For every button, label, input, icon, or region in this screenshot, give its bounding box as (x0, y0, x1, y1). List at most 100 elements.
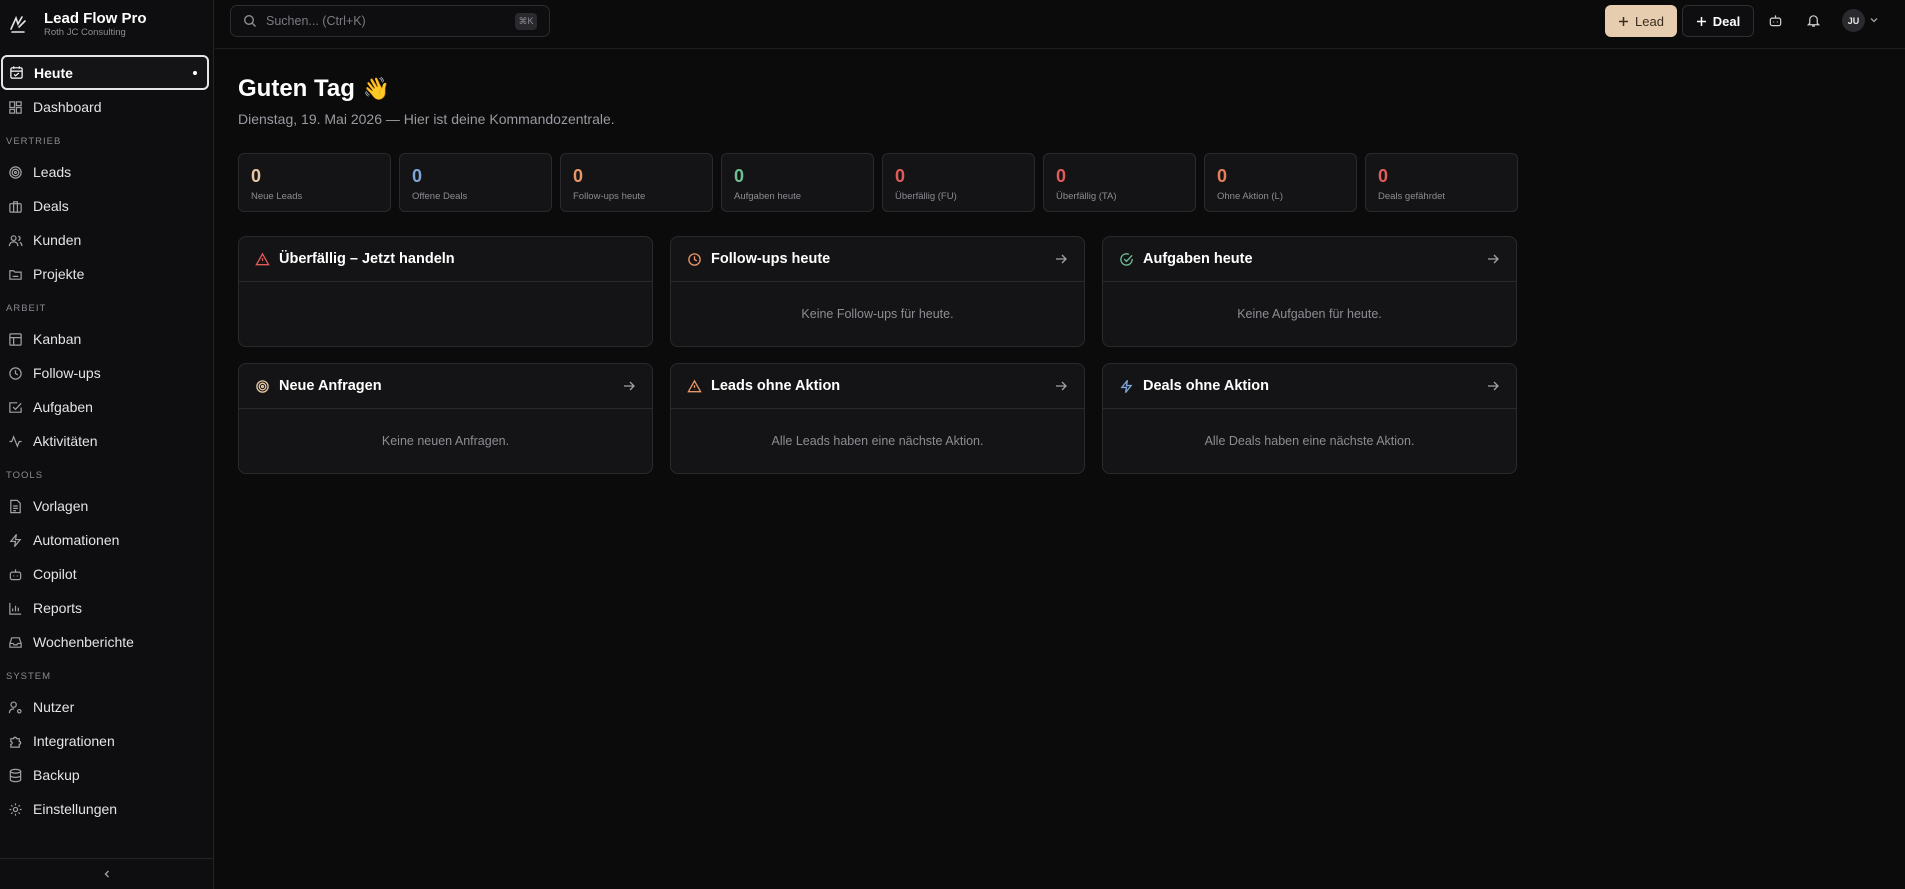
sidebar-item-label: Integrationen (33, 733, 115, 749)
arrow-right-icon[interactable] (622, 379, 636, 393)
card-header: Aufgaben heute (1103, 237, 1516, 282)
sidebar-item-label: Projekte (33, 266, 85, 282)
sidebar-item-label: Automationen (33, 532, 120, 548)
arrow-right-icon[interactable] (1486, 379, 1500, 393)
sidebar-item-label: Nutzer (33, 699, 75, 715)
add-lead-button[interactable]: Lead (1605, 5, 1677, 37)
card-follow-ups-heute: Follow-ups heute Keine Follow-ups für he… (670, 236, 1085, 347)
zap-icon (9, 533, 22, 547)
wave-emoji: 👋 (362, 76, 391, 101)
copilot-button[interactable] (1766, 11, 1784, 29)
avatar[interactable]: JU (1842, 9, 1865, 32)
sidebar-item-aufgaben[interactable]: Aufgaben (0, 390, 214, 424)
sidebar-item-label: Aufgaben (33, 399, 93, 415)
stat-value: 0 (1056, 166, 1067, 186)
sidebar-item-label: Wochenberichte (33, 634, 134, 650)
sidebar-item-deals[interactable]: Deals (0, 189, 214, 223)
alert-triangle-icon (255, 252, 270, 265)
sidebar-item-copilot[interactable]: Copilot (0, 557, 214, 591)
plus-icon (1696, 16, 1706, 26)
stat-label: Neue Leads (251, 191, 303, 202)
inbox-icon (9, 636, 22, 648)
stat-card[interactable]: 0 Deals gefährdet (1365, 153, 1518, 212)
sidebar-item-automationen[interactable]: Automationen (0, 523, 214, 557)
card-title: Neue Anfragen (279, 378, 382, 394)
sidebar-item-backup[interactable]: Backup (0, 758, 214, 792)
add-deal-button[interactable]: Deal (1682, 5, 1754, 37)
sidebar-item-heute[interactable]: Heute (1, 55, 209, 90)
stat-card[interactable]: 0 Neue Leads (238, 153, 391, 212)
sidebar-item-wochenberichte[interactable]: Wochenberichte (0, 625, 214, 659)
sidebar-item-reports[interactable]: Reports (0, 591, 214, 625)
notifications-button[interactable] (1804, 11, 1822, 29)
card-title: Deals ohne Aktion (1143, 378, 1269, 394)
bell-icon (1806, 14, 1820, 27)
sidebar-item-label: Leads (33, 164, 72, 180)
target-icon (256, 379, 269, 393)
sidebar-item-label: Aktivitäten (33, 433, 98, 449)
card-deals-ohne-aktion: Deals ohne Aktion Alle Deals haben eine … (1102, 363, 1517, 474)
sidebar-item-follow-ups[interactable]: Follow-ups (0, 356, 214, 390)
briefcase-icon (9, 200, 22, 213)
card-title: Aufgaben heute (1143, 251, 1253, 267)
section-title: TOOLS (6, 470, 44, 481)
section-title: ARBEIT (6, 303, 47, 314)
zap-icon (1120, 379, 1133, 393)
stat-card[interactable]: 0 Ohne Aktion (L) (1204, 153, 1357, 212)
card-leads-ohne-aktion: Leads ohne Aktion Alle Leads haben eine … (670, 363, 1085, 474)
stat-card[interactable]: 0 Überfällig (FU) (882, 153, 1035, 212)
clock-icon (688, 252, 701, 266)
stat-label: Deals gefährdet (1378, 191, 1446, 202)
stat-card[interactable]: 0 Offene Deals (399, 153, 552, 212)
sidebar-item-projekte[interactable]: Projekte (0, 257, 214, 291)
folder-icon (9, 269, 22, 280)
brand[interactable]: Lead Flow Pro Roth JC Consulting (0, 0, 214, 48)
card-header: Follow-ups heute (671, 237, 1084, 282)
sidebar-item-dashboard[interactable]: Dashboard (0, 90, 214, 124)
check-circle-icon (1120, 252, 1133, 266)
sidebar-item-integrationen[interactable]: Integrationen (0, 724, 214, 758)
sidebar-item-label: Heute (34, 64, 73, 81)
stat-card[interactable]: 0 Aufgaben heute (721, 153, 874, 212)
sidebar-item-label: Reports (33, 600, 83, 616)
stat-label: Überfällig (TA) (1056, 191, 1117, 202)
app-title: Lead Flow Pro (44, 9, 147, 27)
sidebar-item-vorlagen[interactable]: Vorlagen (0, 489, 214, 523)
page-title: Guten Tag 👋 (238, 75, 390, 103)
activity-icon (9, 434, 22, 448)
collapse-sidebar-button[interactable] (0, 858, 214, 889)
sidebar-item-nutzer[interactable]: Nutzer (0, 690, 214, 724)
card-title: Follow-ups heute (711, 251, 831, 267)
sidebar-item-kunden[interactable]: Kunden (0, 223, 214, 257)
active-dot (193, 71, 197, 75)
card-header: Neue Anfragen (239, 364, 652, 409)
grid-icon (9, 100, 22, 114)
search-input[interactable]: Suchen... (Ctrl+K) ⌘K (230, 5, 550, 37)
arrow-right-icon[interactable] (1054, 379, 1068, 393)
alert-triangle-icon (687, 379, 702, 392)
stat-value: 0 (734, 166, 745, 186)
sidebar-item-leads[interactable]: Leads (0, 155, 214, 189)
arrow-right-icon[interactable] (1054, 252, 1068, 266)
card-empty-text: Keine Aufgaben für heute. (1237, 307, 1382, 321)
stat-label: Follow-ups heute (573, 191, 646, 202)
stat-card[interactable]: 0 Follow-ups heute (560, 153, 713, 212)
kanban-icon (9, 332, 22, 346)
cards-grid: Überfällig – Jetzt handeln Follow-ups he… (238, 236, 1517, 474)
sidebar-item-einstellungen[interactable]: Einstellungen (0, 792, 214, 826)
sidebar-item-aktivitaeten[interactable]: Aktivitäten (0, 424, 214, 458)
chevron-down-icon[interactable] (1869, 15, 1879, 25)
stat-label: Offene Deals (412, 191, 468, 202)
arrow-right-icon[interactable] (1486, 252, 1500, 266)
app-subtitle: Roth JC Consulting (44, 26, 126, 38)
stat-value: 0 (895, 166, 906, 186)
stat-card[interactable]: 0 Überfällig (TA) (1043, 153, 1196, 212)
stat-label: Ohne Aktion (L) (1217, 191, 1284, 202)
sidebar-item-label: Einstellungen (33, 801, 118, 817)
page-subtitle: Dienstag, 19. Mai 2026 — Hier ist deine … (238, 111, 615, 127)
sidebar-item-label: Dashboard (33, 99, 102, 115)
stat-label: Überfällig (FU) (895, 191, 957, 202)
sidebar-item-kanban[interactable]: Kanban (0, 322, 214, 356)
user-cog-icon (8, 700, 22, 714)
card-empty-text: Alle Leads haben eine nächste Aktion. (771, 434, 984, 448)
